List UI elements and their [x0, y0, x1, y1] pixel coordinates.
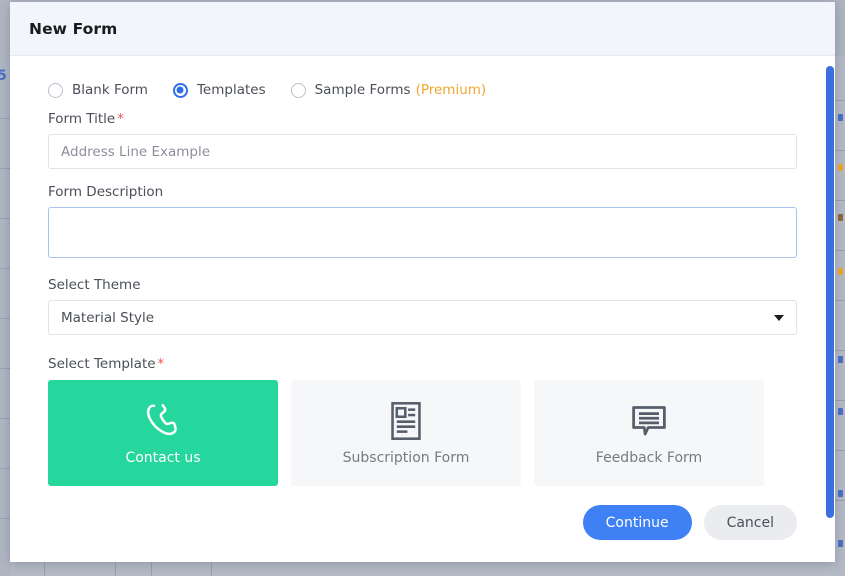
label-form-description: Form Description	[48, 184, 797, 200]
label-form-title: Form Title *	[48, 111, 797, 127]
radio-checked-icon[interactable]	[172, 82, 188, 98]
radio-label-templates: Templates	[196, 82, 266, 98]
radio-option-blank-form[interactable]: Blank Form	[48, 82, 148, 98]
template-card-feedback-form[interactable]: Feedback Form	[534, 380, 764, 486]
backdrop-right-marker	[838, 114, 843, 121]
backdrop-right-marker	[838, 164, 843, 171]
dialog-footer: Continue Cancel	[582, 505, 797, 540]
radio-unchecked-icon[interactable]	[48, 82, 63, 98]
speech-bubble-icon	[629, 400, 669, 442]
required-marker: *	[157, 357, 165, 372]
label-form-title-text: Form Title	[48, 111, 116, 127]
select-theme-wrap: Material Style	[48, 300, 797, 335]
dialog-body: Blank Form Templates Sample Forms (Premi…	[10, 56, 835, 562]
radio-label-blank-form: Blank Form	[72, 82, 148, 98]
backdrop-bottom-strip	[11, 562, 845, 576]
vertical-scrollbar[interactable]	[826, 66, 834, 518]
backdrop-right-marker	[838, 408, 843, 415]
cancel-button[interactable]: Cancel	[703, 505, 797, 540]
radio-label-sample-forms: Sample Forms	[314, 82, 411, 98]
page-title: New Form	[29, 19, 118, 38]
label-select-theme: Select Theme	[48, 277, 797, 293]
form-title-input[interactable]	[48, 134, 797, 169]
required-marker: *	[117, 112, 124, 127]
label-select-template-text: Select Template	[48, 356, 156, 372]
template-card-list: Contact us Subscription Form Feedback Fo…	[48, 380, 797, 486]
select-theme-value: Material Style	[61, 309, 155, 326]
dialog-header: New Form	[10, 2, 835, 56]
backdrop-right-marker	[838, 268, 843, 275]
template-card-label: Subscription Form	[342, 450, 470, 466]
premium-badge: (Premium)	[415, 82, 487, 98]
article-icon	[389, 400, 423, 442]
new-form-dialog: New Form Blank Form Templates Sample For…	[10, 2, 835, 562]
select-theme-dropdown[interactable]: Material Style	[48, 300, 797, 335]
radio-option-templates[interactable]: Templates	[172, 82, 266, 98]
backdrop-left-glyph: 5	[0, 68, 7, 84]
label-select-theme-text: Select Theme	[48, 277, 141, 293]
label-form-description-text: Form Description	[48, 184, 164, 200]
form-description-textarea[interactable]	[48, 207, 797, 258]
backdrop-right-marker	[838, 490, 843, 497]
form-type-radio-group: Blank Form Templates Sample Forms (Premi…	[48, 82, 797, 98]
backdrop-right-marker	[838, 214, 843, 221]
template-card-contact-us[interactable]: Contact us	[48, 380, 278, 486]
radio-option-sample-forms[interactable]: Sample Forms (Premium)	[290, 82, 487, 98]
continue-button[interactable]: Continue	[582, 505, 692, 540]
template-card-label: Contact us	[125, 450, 201, 466]
template-card-subscription-form[interactable]: Subscription Form	[291, 380, 521, 486]
template-card-label: Feedback Form	[595, 450, 703, 466]
backdrop-right-marker	[838, 540, 843, 547]
phone-icon	[143, 400, 183, 442]
radio-unchecked-icon[interactable]	[290, 82, 306, 98]
label-select-template: Select Template *	[48, 356, 797, 372]
backdrop-right-marker	[838, 356, 843, 363]
